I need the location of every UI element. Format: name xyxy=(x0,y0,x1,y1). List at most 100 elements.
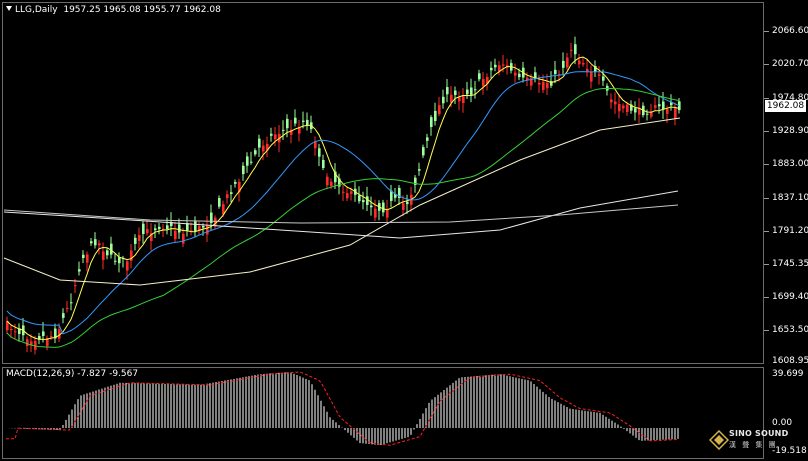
candle-body xyxy=(98,243,101,246)
candle-body xyxy=(94,239,97,246)
candle-body xyxy=(402,203,405,211)
candle-body xyxy=(138,235,141,241)
candle-body xyxy=(26,339,29,346)
candle-body xyxy=(230,192,233,194)
candle-body xyxy=(322,159,325,169)
candle-body xyxy=(66,307,69,309)
candle-body xyxy=(350,191,353,194)
symbol-header-text: LLG,Daily 1957.25 1965.08 1955.77 1962.0… xyxy=(15,5,221,15)
candle-body xyxy=(118,257,121,264)
ma-long-line xyxy=(3,117,681,286)
candle-body xyxy=(662,101,665,110)
candle-body xyxy=(114,260,117,262)
candle-body xyxy=(370,205,373,208)
candle-body xyxy=(406,201,409,205)
candle-body xyxy=(614,101,617,105)
ma-longest2-line xyxy=(3,204,679,224)
price-axis-label: 1928.90 xyxy=(772,126,808,136)
candle-body xyxy=(366,196,369,205)
candle-body xyxy=(566,57,569,68)
candle-body xyxy=(358,195,361,202)
candle-body xyxy=(234,182,237,184)
candle-body xyxy=(182,233,185,244)
candle-body xyxy=(250,161,253,163)
candle-body xyxy=(386,209,389,218)
candle-body xyxy=(574,44,577,55)
candle-body xyxy=(422,147,425,156)
candle-body xyxy=(374,208,377,218)
candle-body xyxy=(282,129,285,131)
axis-tick xyxy=(764,64,769,65)
candle-body xyxy=(158,226,161,230)
candle-body xyxy=(50,336,53,338)
candle-body xyxy=(154,228,157,231)
candle-body xyxy=(478,73,481,80)
candle-body xyxy=(270,133,273,136)
candle-body xyxy=(286,118,289,129)
candle-body xyxy=(10,329,13,331)
logo-brand-cn-text: 漢 聲 集 團 xyxy=(729,441,778,449)
candle-body xyxy=(202,225,205,228)
candle-body xyxy=(502,64,505,66)
axis-tick xyxy=(764,31,769,32)
candle-body xyxy=(430,117,433,128)
candle-body xyxy=(242,165,245,175)
candle-body xyxy=(226,194,229,199)
candle-body xyxy=(618,103,621,112)
candle-body xyxy=(258,138,261,148)
candle-body xyxy=(646,113,649,115)
price-axis-label: 2020.70 xyxy=(772,59,808,69)
candle-body xyxy=(654,105,657,108)
candle-body xyxy=(578,60,581,65)
candle-body xyxy=(434,110,437,121)
candle-body xyxy=(634,108,637,113)
price-axis-label: 1653.50 xyxy=(772,325,808,335)
current-price-tag: 1962.08 xyxy=(765,100,806,112)
candle-body xyxy=(490,67,493,71)
logo-brand-text: SINO SOUND xyxy=(729,429,789,438)
candle-body xyxy=(222,204,225,214)
candle-body xyxy=(62,313,65,318)
candle-body xyxy=(454,90,457,96)
candle-body xyxy=(206,225,209,235)
candle-body xyxy=(294,117,297,124)
candle-body xyxy=(554,69,557,75)
candle-body xyxy=(34,340,37,350)
candle-body xyxy=(74,285,77,287)
candle-body xyxy=(274,134,277,140)
candle-body xyxy=(90,241,93,244)
chart-window[interactable]: LLG,Daily 1957.25 1965.08 1955.77 1962.0… xyxy=(0,0,808,461)
candle-body xyxy=(590,71,593,82)
candle-body xyxy=(466,89,469,95)
price-axis-label: 2066.60 xyxy=(772,26,808,36)
candle-body xyxy=(346,193,349,199)
candle-body xyxy=(426,137,429,141)
symbol-header: LLG,Daily 1957.25 1965.08 1955.77 1962.0… xyxy=(6,5,221,15)
axis-tick xyxy=(764,164,769,165)
diamond-logo-icon xyxy=(709,430,729,450)
candle-body xyxy=(102,251,105,261)
candle-body xyxy=(14,331,17,333)
candle-body xyxy=(382,202,385,213)
ma-slow-line xyxy=(6,87,680,348)
candle-body xyxy=(330,181,333,187)
candle-body xyxy=(418,169,421,171)
price-axis-label: 1745.35 xyxy=(772,259,808,269)
candle-body xyxy=(438,105,441,115)
candle-body xyxy=(674,108,677,119)
candle-body xyxy=(658,104,661,107)
candle-body xyxy=(326,176,329,186)
candle-body xyxy=(142,223,145,234)
macd-axis-top: 39.699 xyxy=(772,369,804,379)
chart-canvas xyxy=(3,36,681,446)
candle-body xyxy=(622,105,625,109)
sino-sound-logo: SINO SOUND 漢 聲 集 團 xyxy=(707,426,807,458)
candle-body xyxy=(194,220,197,232)
price-axis-label: 1699.40 xyxy=(772,292,808,302)
candle-body xyxy=(166,225,169,229)
candle-body xyxy=(178,224,181,233)
price-axis-label: 1883.00 xyxy=(772,159,808,169)
candle-body xyxy=(146,229,149,234)
candle-body xyxy=(538,82,541,85)
axis-tick xyxy=(764,231,769,232)
